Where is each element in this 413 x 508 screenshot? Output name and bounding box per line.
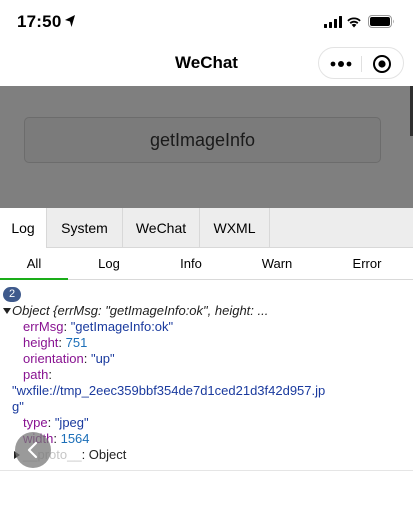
entry-type: type: "jpeg" <box>23 415 89 430</box>
log-panel: 2 Object {errMsg: "getImageInfo:ok", hei… <box>0 281 413 471</box>
battery-icon <box>368 15 394 28</box>
status-time: 17:50 <box>17 12 62 31</box>
entry-key: orientation <box>23 351 84 366</box>
entry-value: "getImageInfo:ok" <box>70 319 174 334</box>
entry-value: "wxfile://tmp_2eec359bbf354de7d1ced21d3f… <box>12 383 326 398</box>
entry-key: errMsg <box>23 319 64 334</box>
entry-value: 1564 <box>60 431 90 446</box>
object-summary: Object {errMsg: "getImageInfo:ok", heigh… <box>12 303 269 318</box>
modal-overlay: getImageInfo <box>0 86 413 208</box>
more-icon[interactable] <box>330 61 352 67</box>
tab-wxml[interactable]: WXML <box>200 208 270 248</box>
entry-path-value-2: g" <box>12 399 24 415</box>
close-miniprogram-icon[interactable] <box>372 54 392 74</box>
entry-value: "jpeg" <box>54 415 89 430</box>
tab-wechat[interactable]: WeChat <box>123 208 200 248</box>
back-button[interactable] <box>15 432 51 468</box>
filter-error[interactable]: Error <box>326 248 408 280</box>
entry-path-value-1: "wxfile://tmp_2eec359bbf354de7d1ced21d3f… <box>12 383 325 399</box>
entry-value: Object <box>88 447 127 462</box>
filter-warn[interactable]: Warn <box>236 248 318 280</box>
filter-all[interactable]: All <box>0 248 68 280</box>
console-tabs: Log System WeChat WXML <box>0 208 413 248</box>
entry-value: g" <box>12 399 24 414</box>
entry-key: height <box>23 335 59 350</box>
entry-orientation: orientation: "up" <box>23 351 115 366</box>
tab-system[interactable]: System <box>47 208 123 248</box>
wifi-icon <box>347 17 361 28</box>
entry-path: path: <box>23 367 52 382</box>
location-arrow-icon <box>65 15 75 27</box>
log-count-badge: 2 <box>3 287 21 302</box>
filter-info[interactable]: Info <box>150 248 232 280</box>
capsule-menu <box>318 47 404 79</box>
log-filter-tabs: All Log Info Warn Error <box>0 248 413 280</box>
capsule-divider <box>361 56 362 72</box>
entry-value: 751 <box>65 335 88 350</box>
expand-caret-icon <box>3 308 11 314</box>
nav-bar: WeChat <box>0 44 413 86</box>
filter-log[interactable]: Log <box>68 248 150 280</box>
entry-errmsg: errMsg: "getImageInfo:ok" <box>23 319 174 334</box>
tab-log[interactable]: Log <box>0 208 47 248</box>
entry-value: "up" <box>90 351 115 366</box>
object-summary-row[interactable]: Object {errMsg: "getImageInfo:ok", heigh… <box>3 303 268 319</box>
log-divider <box>0 470 413 471</box>
chevron-left-icon <box>27 441 38 459</box>
get-image-info-button[interactable]: getImageInfo <box>24 117 381 163</box>
entry-height: height: 751 <box>23 335 88 350</box>
entry-key: path <box>23 367 49 382</box>
get-image-info-button-label: getImageInfo <box>149 130 256 150</box>
cellular-signal-icon <box>324 16 342 28</box>
entry-key: type <box>23 415 48 430</box>
status-bar: 17:50 <box>0 0 413 44</box>
